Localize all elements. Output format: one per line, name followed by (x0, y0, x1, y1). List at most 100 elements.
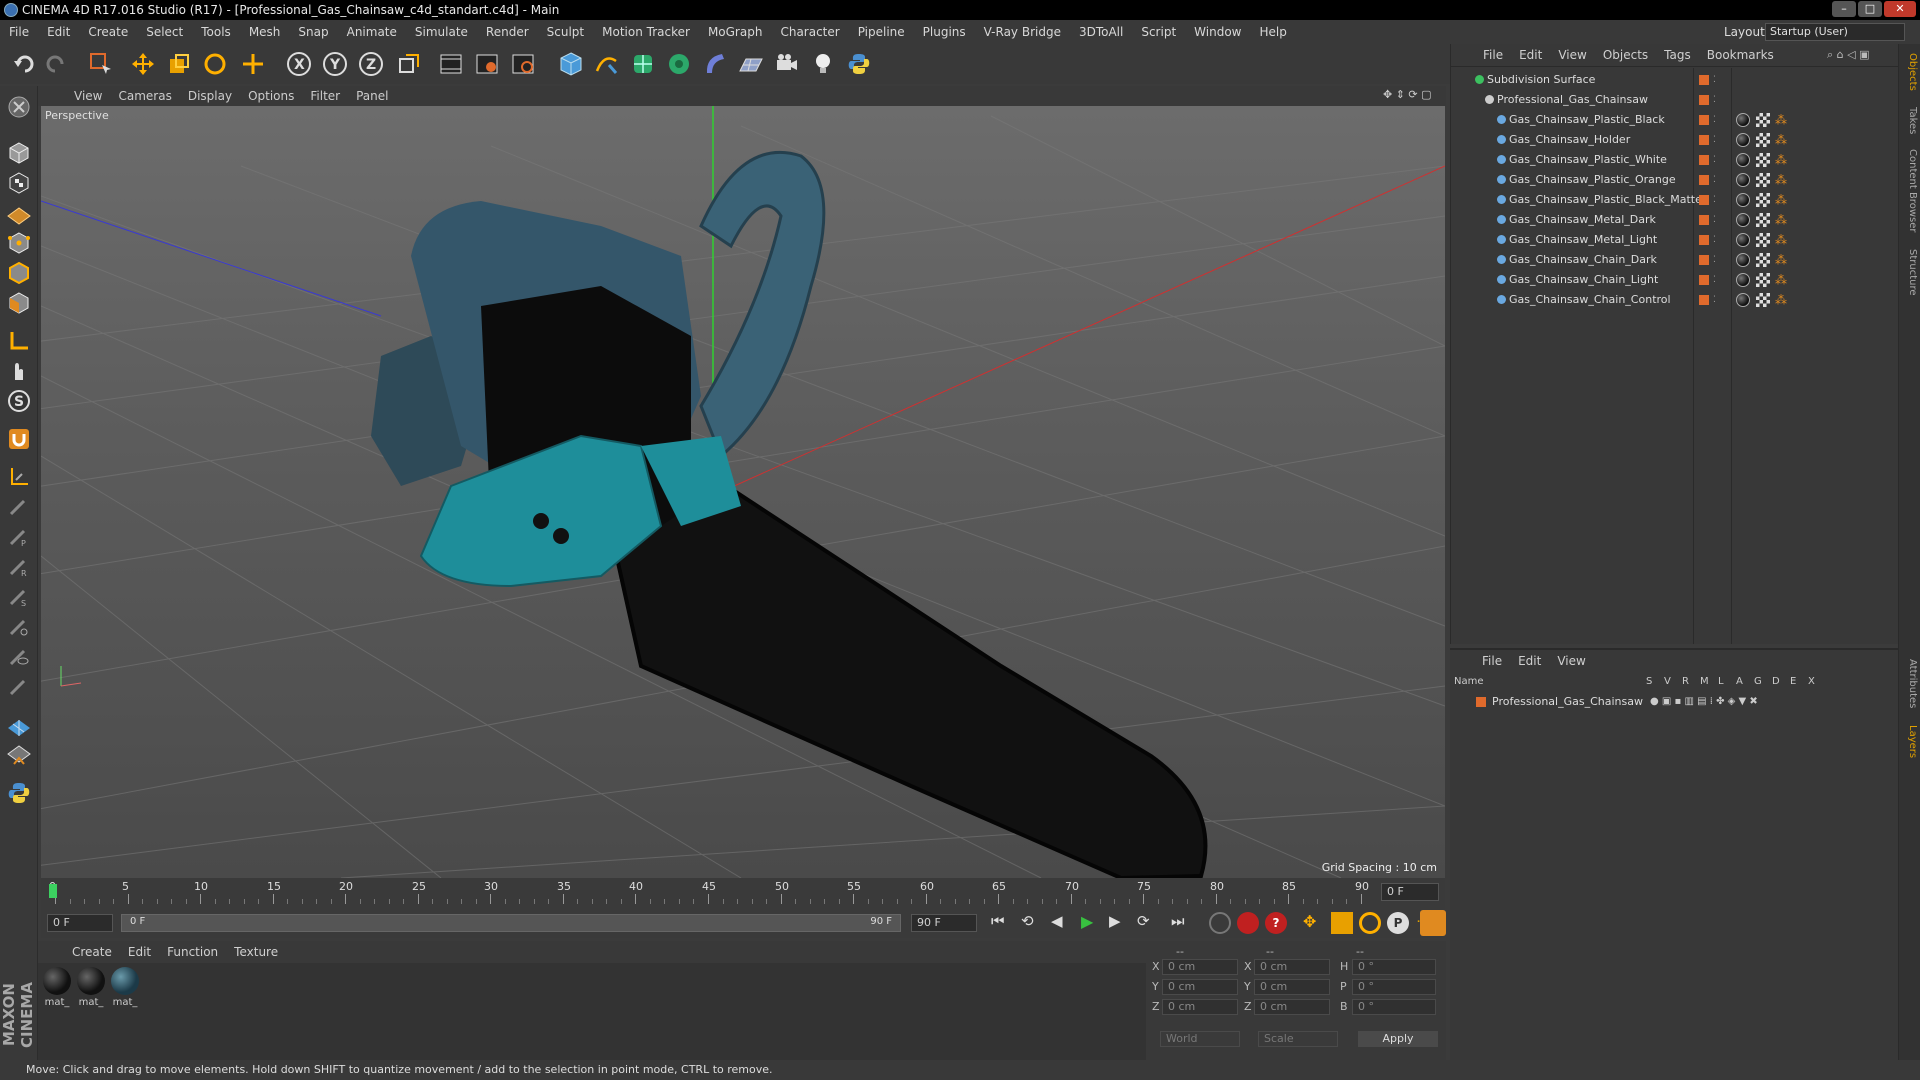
scale-tool-icon[interactable] (164, 49, 194, 79)
brush-p-icon[interactable]: P (4, 522, 34, 552)
z-axis-lock-icon[interactable]: Z (356, 49, 386, 79)
cube-object-icon[interactable] (556, 49, 586, 79)
expression-tag-icon[interactable]: ⁂ (1775, 270, 1787, 290)
visibility-dots-icon[interactable]: ⁚ (1713, 150, 1716, 170)
coord-position-field[interactable]: 0 cm (1162, 999, 1238, 1015)
next-keyframe-icon[interactable]: ⟳ (1137, 912, 1159, 934)
expression-tag-icon[interactable]: ⁂ (1775, 210, 1787, 230)
go-to-end-icon[interactable]: ⏭ (1171, 912, 1193, 934)
playhead[interactable] (49, 884, 57, 898)
tab-attributes[interactable]: Attributes (1901, 654, 1918, 714)
next-frame-icon[interactable]: ▶ (1109, 912, 1131, 934)
knife-tool-icon[interactable] (4, 672, 34, 702)
tab-structure[interactable]: Structure (1901, 244, 1918, 300)
lasso-tool-icon[interactable] (4, 642, 34, 672)
material-tag-icon[interactable] (1736, 173, 1750, 187)
expression-tag-icon[interactable]: ⁂ (1775, 110, 1787, 130)
menu-select[interactable]: Select (137, 25, 192, 39)
texture-mode-icon[interactable] (4, 168, 34, 198)
menu-mograph[interactable]: MoGraph (699, 25, 772, 39)
menu-mesh[interactable]: Mesh (240, 25, 290, 39)
menu-motion-tracker[interactable]: Motion Tracker (593, 25, 699, 39)
apply-button[interactable]: Apply (1358, 1031, 1438, 1047)
menu-v-ray-bridge[interactable]: V-Ray Bridge (975, 25, 1070, 39)
coord-size-field[interactable]: 0 cm (1254, 999, 1330, 1015)
expression-tag-icon[interactable]: ⁂ (1775, 290, 1787, 310)
axis-mode-icon[interactable] (4, 326, 34, 356)
coord-position-field[interactable]: 0 cm (1162, 959, 1238, 975)
object-menu-objects[interactable]: Objects (1595, 48, 1656, 62)
polygons-mode-icon[interactable] (4, 288, 34, 318)
visibility-dots-icon[interactable]: ⁚ (1713, 130, 1716, 150)
script-python-icon[interactable] (4, 778, 34, 808)
snap-icon[interactable]: S (4, 386, 34, 416)
object-row[interactable]: Gas_Chainsaw_Plastic_Black ⁚ ⁂ (1451, 110, 1899, 130)
object-row[interactable]: Gas_Chainsaw_Holder ⁚ ⁂ (1451, 130, 1899, 150)
material-tag-icon[interactable] (1736, 253, 1750, 267)
layer-row[interactable]: Professional_Gas_Chainsaw ● ▣ ▪ ▥ ▤ ⁞ ✤ … (1450, 692, 1898, 712)
motion-record-icon[interactable] (1209, 912, 1231, 934)
tab-objects[interactable]: Objects (1901, 50, 1918, 94)
sculpt-grid-icon[interactable] (4, 740, 34, 770)
timeline-toggle-icon[interactable] (1420, 910, 1446, 936)
object-row[interactable]: Gas_Chainsaw_Metal_Dark ⁚ ⁂ (1451, 210, 1899, 230)
key-scale-icon[interactable] (1331, 912, 1353, 934)
texture-tag-icon[interactable] (1756, 293, 1770, 307)
expression-tag-icon[interactable]: ⁂ (1775, 130, 1787, 150)
object-menu-file[interactable]: File (1475, 48, 1511, 62)
menu-script[interactable]: Script (1132, 25, 1185, 39)
menu-plugins[interactable]: Plugins (914, 25, 975, 39)
object-menu-view[interactable]: View (1550, 48, 1594, 62)
undo-icon[interactable] (10, 49, 40, 79)
menu-window[interactable]: Window (1185, 25, 1250, 39)
visibility-dots-icon[interactable]: ⁚ (1713, 90, 1716, 110)
layer-menu-edit[interactable]: Edit (1510, 654, 1549, 668)
material-tag-icon[interactable] (1736, 193, 1750, 207)
object-row[interactable]: Gas_Chainsaw_Metal_Light ⁚ ⁂ (1451, 230, 1899, 250)
menu-snap[interactable]: Snap (289, 25, 337, 39)
material-tag-icon[interactable] (1736, 213, 1750, 227)
visibility-dots-icon[interactable]: ⁚ (1713, 230, 1716, 250)
camera-icon[interactable] (772, 49, 802, 79)
layer-menu-file[interactable]: File (1474, 654, 1510, 668)
menu-tools[interactable]: Tools (192, 25, 240, 39)
make-editable-icon[interactable] (4, 92, 34, 122)
texture-tag-icon[interactable] (1756, 253, 1770, 267)
menu-sculpt[interactable]: Sculpt (538, 25, 593, 39)
move-tool-icon[interactable] (128, 49, 158, 79)
expression-tag-icon[interactable]: ⁂ (1775, 230, 1787, 250)
range-slider[interactable]: 0 F 90 F (121, 914, 901, 932)
menu-pipeline[interactable]: Pipeline (849, 25, 914, 39)
visibility-dots-icon[interactable]: ⁚ (1713, 110, 1716, 130)
timeline-ruler[interactable]: 051015202530354045505560657075808590 0 F (41, 878, 1445, 908)
coordinate-system-icon[interactable] (394, 49, 424, 79)
menu-help[interactable]: Help (1250, 25, 1295, 39)
subdivision-surface-icon[interactable] (628, 49, 658, 79)
perspective-viewport[interactable]: Perspective Grid Spacing : 10 cm (41, 106, 1445, 878)
material-menu-function[interactable]: Function (159, 945, 226, 959)
y-axis-lock-icon[interactable]: Y (320, 49, 350, 79)
layer-flag-icons[interactable]: ● ▣ ▪ ▥ ▤ ⁞ ✤ ◈ ▼ ✖ (1650, 692, 1758, 712)
magnet-icon[interactable] (4, 424, 34, 454)
coord-rotation-field[interactable]: 0 ° (1352, 999, 1436, 1015)
menu-3dtoall[interactable]: 3DToAll (1070, 25, 1132, 39)
material-tag-icon[interactable] (1736, 133, 1750, 147)
texture-tag-icon[interactable] (1756, 193, 1770, 207)
viewport-menu-options[interactable]: Options (240, 89, 302, 103)
expression-tag-icon[interactable]: ⁂ (1775, 150, 1787, 170)
menu-animate[interactable]: Animate (338, 25, 406, 39)
visibility-dots-icon[interactable]: ⁚ (1713, 170, 1716, 190)
menu-file[interactable]: File (0, 25, 38, 39)
coordinate-space-select[interactable]: World (1160, 1031, 1240, 1047)
autokey-icon[interactable]: ? (1265, 912, 1287, 934)
coord-rotation-field[interactable]: 0 ° (1352, 959, 1436, 975)
brush-c-icon[interactable] (4, 612, 34, 642)
uv-checker-icon[interactable] (4, 710, 34, 740)
render-settings-icon[interactable] (508, 49, 538, 79)
texture-tag-icon[interactable] (1756, 233, 1770, 247)
rotate-tool-icon[interactable] (200, 49, 230, 79)
key-parameter-icon[interactable]: P (1387, 912, 1409, 934)
x-axis-lock-icon[interactable]: X (284, 49, 314, 79)
menu-render[interactable]: Render (477, 25, 538, 39)
edges-mode-icon[interactable] (4, 258, 34, 288)
